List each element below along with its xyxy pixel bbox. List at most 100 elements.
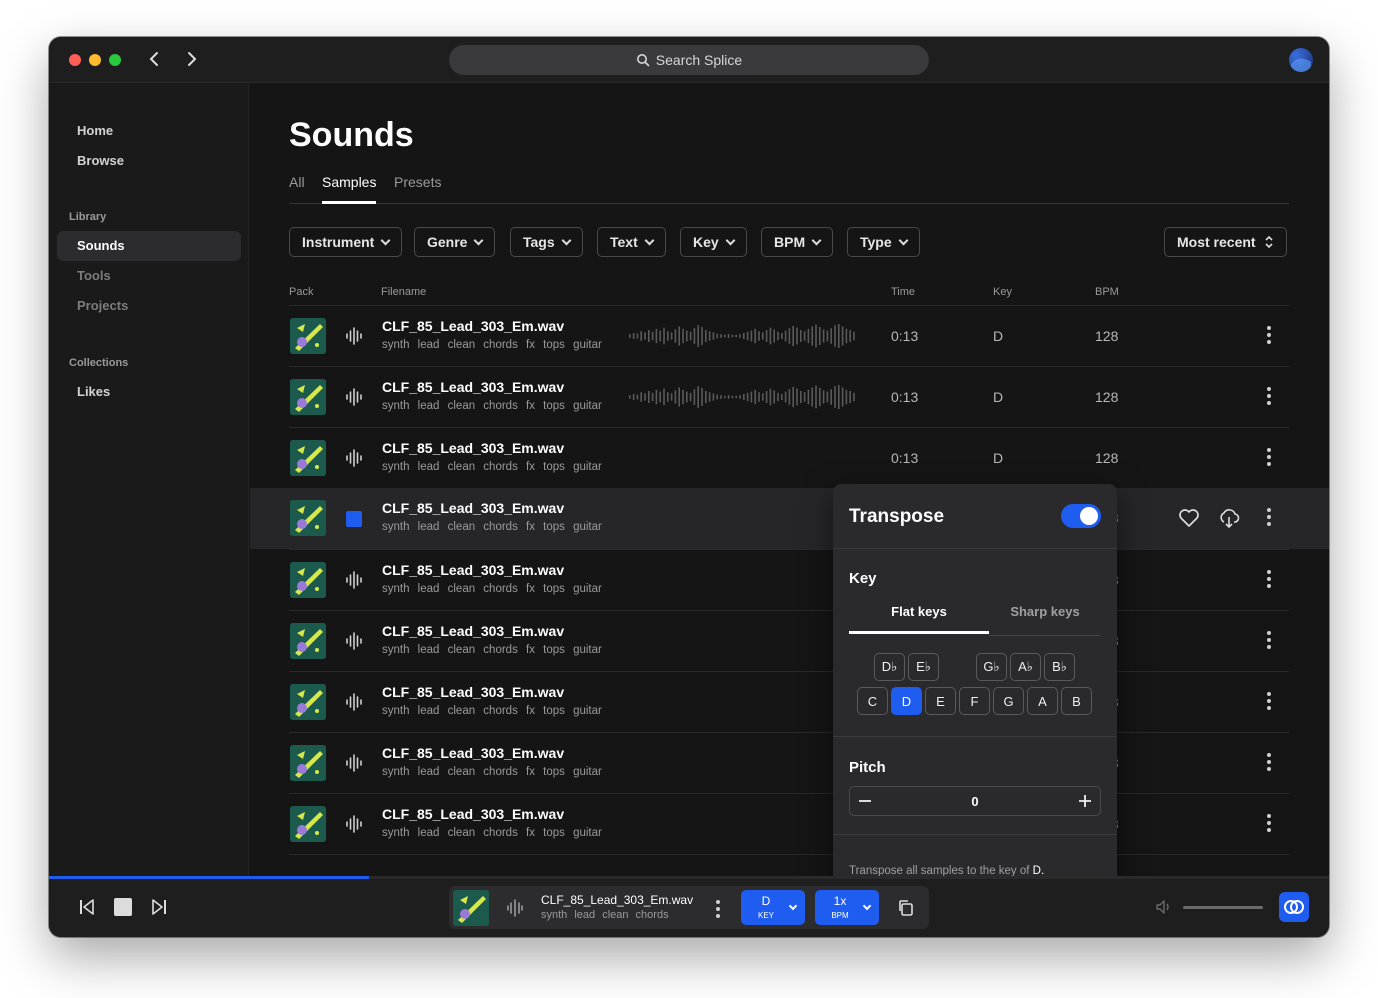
sample-filename[interactable]: CLF_85_Lead_303_Em.wav — [382, 806, 564, 822]
sample-filename[interactable]: CLF_85_Lead_303_Em.wav — [382, 318, 564, 334]
transpose-toggle[interactable] — [1061, 504, 1101, 528]
sample-filename[interactable]: CLF_85_Lead_303_Em.wav — [382, 500, 564, 516]
pack-artwork[interactable] — [290, 684, 326, 720]
table-row[interactable]: CLF_85_Lead_303_Em.wavsynth lead clean c… — [250, 367, 1329, 428]
pack-artwork[interactable] — [290, 745, 326, 781]
pack-artwork[interactable] — [290, 440, 326, 476]
sample-tags[interactable]: synth lead clean chords fx tops guitar — [382, 644, 612, 656]
avatar[interactable] — [1289, 48, 1313, 72]
key-button-g[interactable]: G — [993, 687, 1024, 715]
waveform-icon[interactable] — [344, 631, 364, 651]
stop-preview-button[interactable] — [346, 511, 362, 527]
back-arrow-icon[interactable] — [145, 49, 165, 69]
sample-tags[interactable]: synth lead clean chords fx tops guitar — [382, 583, 612, 595]
link-toggle-button[interactable] — [1279, 892, 1309, 922]
sample-tags[interactable]: synth lead clean chords fx tops guitar — [382, 766, 612, 778]
close-window-button[interactable] — [69, 54, 81, 66]
sample-filename[interactable]: CLF_85_Lead_303_Em.wav — [382, 623, 564, 639]
waveform-icon[interactable] — [344, 326, 364, 346]
sidebar-item-home[interactable]: Home — [57, 116, 241, 146]
table-row[interactable]: CLF_85_Lead_303_Em.wavsynth lead clean c… — [250, 733, 1329, 794]
sort-dropdown[interactable]: Most recent — [1164, 227, 1287, 257]
row-more-icon[interactable] — [1265, 814, 1273, 834]
tab-flat-keys[interactable]: Flat keys — [849, 604, 989, 634]
pitch-decrement-button[interactable] — [850, 787, 880, 815]
tab-sharp-keys[interactable]: Sharp keys — [975, 604, 1115, 634]
previous-track-icon[interactable] — [79, 899, 95, 915]
copy-icon[interactable] — [897, 899, 915, 917]
tab-all[interactable]: All — [289, 174, 305, 204]
forward-arrow-icon[interactable] — [181, 49, 201, 69]
sidebar-item-likes[interactable]: Likes — [57, 377, 241, 407]
sample-tags[interactable]: synth lead clean chords fx tops guitar — [382, 461, 612, 473]
waveform-icon[interactable] — [344, 387, 364, 407]
sidebar-item-browse[interactable]: Browse — [57, 146, 241, 176]
pack-artwork[interactable] — [290, 379, 326, 415]
sample-tags[interactable]: synth lead clean chords fx tops guitar — [382, 705, 612, 717]
row-more-icon[interactable] — [1265, 753, 1273, 773]
waveform-icon[interactable] — [344, 570, 364, 590]
row-more-icon[interactable] — [1265, 387, 1273, 407]
sample-tags[interactable]: synth lead clean chords fx tops guitar — [382, 400, 612, 412]
row-more-icon[interactable] — [1265, 448, 1273, 468]
row-more-icon[interactable] — [1265, 508, 1273, 528]
filter-type[interactable]: Type — [847, 227, 920, 257]
pack-artwork[interactable] — [290, 806, 326, 842]
key-pill-button[interactable]: D KEY — [741, 890, 805, 925]
zoom-window-button[interactable] — [109, 54, 121, 66]
filter-key[interactable]: Key — [680, 227, 747, 257]
filter-text[interactable]: Text — [597, 227, 666, 257]
heart-icon[interactable] — [1178, 508, 1200, 528]
bpm-pill-button[interactable]: 1x BPM — [815, 890, 879, 925]
table-row[interactable]: CLF_85_Lead_303_Em.wavsynth lead clean c… — [250, 428, 1329, 489]
filter-instrument[interactable]: Instrument — [289, 227, 403, 257]
sample-filename[interactable]: CLF_85_Lead_303_Em.wav — [382, 379, 564, 395]
key-button-g-flat[interactable]: G♭ — [976, 653, 1007, 681]
pack-artwork[interactable] — [290, 562, 326, 598]
row-more-icon[interactable] — [1265, 326, 1273, 346]
download-icon[interactable] — [1218, 507, 1240, 529]
key-button-e-flat[interactable]: E♭ — [908, 653, 939, 681]
pack-artwork[interactable] — [290, 318, 326, 354]
waveform-preview[interactable] — [628, 323, 858, 349]
minimize-window-button[interactable] — [89, 54, 101, 66]
waveform-icon[interactable] — [506, 899, 524, 917]
next-track-icon[interactable] — [151, 899, 167, 915]
filter-bpm[interactable]: BPM — [761, 227, 834, 257]
playback-progress[interactable] — [49, 876, 1329, 879]
waveform-preview[interactable] — [628, 384, 858, 410]
key-button-e[interactable]: E — [925, 687, 956, 715]
sample-filename[interactable]: CLF_85_Lead_303_Em.wav — [382, 745, 564, 761]
sample-filename[interactable]: CLF_85_Lead_303_Em.wav — [382, 684, 564, 700]
key-button-a[interactable]: A — [1027, 687, 1058, 715]
pitch-increment-button[interactable] — [1070, 787, 1100, 815]
waveform-icon[interactable] — [344, 814, 364, 834]
row-more-icon[interactable] — [1265, 692, 1273, 712]
filter-genre[interactable]: Genre — [414, 227, 496, 257]
sidebar-item-projects[interactable]: Projects — [57, 291, 241, 321]
key-button-f[interactable]: F — [959, 687, 990, 715]
key-button-d[interactable]: D — [891, 687, 922, 715]
waveform-icon[interactable] — [344, 448, 364, 468]
stop-button[interactable] — [114, 898, 132, 916]
sample-filename[interactable]: CLF_85_Lead_303_Em.wav — [382, 562, 564, 578]
search-input[interactable]: Search Splice — [449, 45, 929, 75]
key-button-a-flat[interactable]: A♭ — [1010, 653, 1041, 681]
pack-artwork[interactable] — [290, 623, 326, 659]
key-button-c[interactable]: C — [857, 687, 888, 715]
sample-filename[interactable]: CLF_85_Lead_303_Em.wav — [382, 440, 564, 456]
table-row[interactable]: CLF_85_Lead_303_Em.wavsynth lead clean c… — [250, 672, 1329, 733]
waveform-icon[interactable] — [344, 753, 364, 773]
table-row[interactable]: CLF_85_Lead_303_Em.wavsynth lead clean c… — [250, 794, 1329, 855]
sample-tags[interactable]: synth lead clean chords fx tops guitar — [382, 827, 612, 839]
filter-tags[interactable]: Tags — [510, 227, 583, 257]
key-button-d-flat[interactable]: D♭ — [874, 653, 905, 681]
table-row[interactable]: CLF_85_Lead_303_Em.wav synth lead clean c… — [250, 306, 1329, 367]
sidebar-item-sounds[interactable]: Sounds — [57, 231, 241, 261]
table-row[interactable]: CLF_85_Lead_303_Em.wavsynth lead clean c… — [250, 550, 1329, 611]
table-row[interactable]: CLF_85_Lead_303_Em.wav synth lead clean c… — [250, 488, 1329, 549]
table-row[interactable]: CLF_85_Lead_303_Em.wavsynth lead clean c… — [250, 611, 1329, 672]
tab-samples[interactable]: Samples — [322, 174, 377, 204]
pack-artwork[interactable] — [290, 500, 326, 536]
key-button-b[interactable]: B — [1061, 687, 1092, 715]
